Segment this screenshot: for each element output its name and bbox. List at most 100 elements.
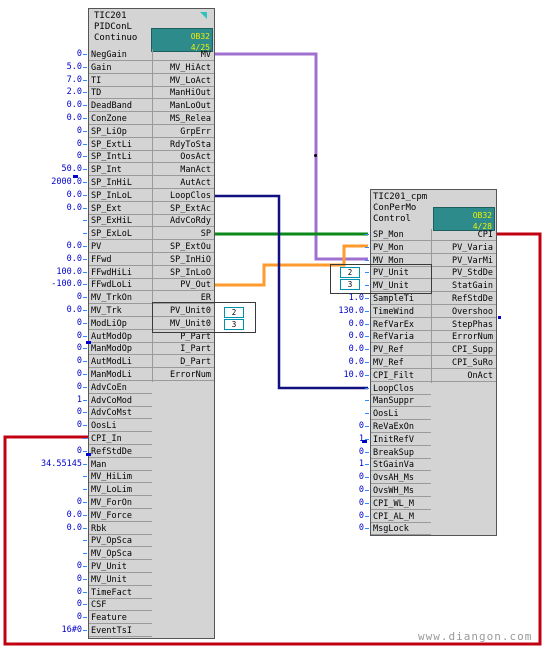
block2-input-value[interactable]: 0.0 [300, 318, 364, 330]
block1-input-value[interactable]: 0 [0, 342, 82, 354]
block2-input-value[interactable]: 0 [300, 522, 364, 534]
block1-output-sp-inhio[interactable]: SP_InHiO [152, 253, 214, 266]
block1-input-value[interactable]: 0 [0, 368, 82, 380]
block1-input-oosli[interactable]: OosLi [89, 420, 152, 433]
block1-input-man[interactable]: Man [89, 459, 152, 471]
block2-input-breaksup[interactable]: BreakSup [371, 447, 431, 459]
block1-input-value[interactable]: 0 [0, 445, 82, 457]
block1-input-value[interactable]: 0.0 [0, 189, 82, 201]
block1-input-advcomst[interactable]: AdvCoMst [89, 407, 152, 420]
block2-input-value[interactable]: 1.0 [300, 292, 364, 304]
block2-input-sp-mon[interactable]: SP_Mon [371, 229, 431, 241]
block1-input-autmodop[interactable]: AutModOp [89, 331, 152, 343]
block2-output-pv-varmi[interactable]: PV_VarMi [431, 254, 496, 267]
block1-input-autmodli[interactable]: AutModLi [89, 356, 152, 369]
block1-input-sp-exhil[interactable]: SP_ExHiL [89, 215, 152, 228]
block1-output-autact[interactable]: AutAct [152, 177, 214, 189]
block1-input-mv-opsca[interactable]: MV_OpSca [89, 548, 152, 561]
block1-input-mv-force[interactable]: MV_Force [89, 510, 152, 522]
block1-input-sp-ext[interactable]: SP_Ext [89, 203, 152, 215]
block1-input-value[interactable]: 0 [0, 317, 82, 329]
block1-input-mv-lolim[interactable]: MV_LoLim [89, 484, 152, 497]
block1-output-d-part[interactable]: D_Part [152, 356, 214, 369]
block1-input-sp-extli[interactable]: SP_ExtLi [89, 139, 152, 151]
block1-output-grperr[interactable]: GrpErr [152, 125, 214, 138]
block1-input-pv-unit[interactable]: PV_Unit [89, 561, 152, 573]
block1-output-pv-out[interactable]: PV_Out [152, 279, 214, 292]
block2-output-onact[interactable]: OnAct [431, 369, 496, 382]
block1-input-mv-hilim[interactable]: MV_HiLim [89, 471, 152, 484]
block2-output-refstdde[interactable]: RefStdDe [431, 293, 496, 305]
block1-input-sp-inlol[interactable]: SP_InLoL [89, 190, 152, 202]
block1-output-sp-extou[interactable]: SP_ExtOu [152, 241, 214, 253]
pv-unit-input-chip[interactable]: 2 [340, 267, 360, 278]
block2-input-value[interactable]: 1 [300, 458, 364, 470]
block1-output-mv-loact[interactable]: MV_LoAct [152, 74, 214, 87]
pv-unit-connector-chip[interactable]: 2 [224, 307, 244, 318]
block2-input-mansuppr[interactable]: ManSuppr [371, 395, 431, 408]
block1-input-pv[interactable]: PV [89, 241, 152, 253]
block1-input-manmodli[interactable]: ManModLi [89, 369, 152, 381]
block2-output-cpi[interactable]: CPI [431, 229, 496, 241]
block2-input-value[interactable]: 0 [300, 446, 364, 458]
block1-input-csf[interactable]: CSF [89, 599, 152, 612]
block2-input-loopclos[interactable]: LoopClos [371, 383, 431, 395]
block1-input-value[interactable]: 0.0 [0, 509, 82, 521]
block1-input-value[interactable]: 5.0 [0, 61, 82, 73]
block2-input-msglock[interactable]: MsgLock [371, 523, 431, 536]
block1-input-value[interactable]: 0 [0, 381, 82, 393]
block1-input-value[interactable]: 7.0 [0, 74, 82, 86]
block1-input-value[interactable]: 1 [0, 394, 82, 406]
block1-input-ti[interactable]: TI [89, 75, 152, 87]
block1-output-manhiout[interactable]: ManHiOut [152, 87, 214, 100]
block2-input-value[interactable]: 1 [300, 433, 364, 445]
block1-input-mv-foron[interactable]: MV_ForOn [89, 497, 152, 509]
block2-input-stgainva[interactable]: StGainVa [371, 459, 431, 472]
block2-input-revaexon[interactable]: ReVaExOn [371, 421, 431, 433]
block2-input-pv-mon[interactable]: PV_Mon [371, 242, 431, 254]
block1-input-rbk[interactable]: Rbk [89, 523, 152, 535]
mv-unit-connector-chip[interactable]: 3 [224, 319, 244, 330]
block1-input-value[interactable]: 0 [0, 496, 82, 508]
block1-input-value[interactable]: 100.0 [0, 266, 82, 278]
block2-output-cpi-suro[interactable]: CPI_SuRo [431, 357, 496, 369]
block1-output-manact[interactable]: ManAct [152, 164, 214, 177]
block1-output-ms-relea[interactable]: MS_Relea [152, 113, 214, 125]
block1-input-sp-exlol[interactable]: SP_ExLoL [89, 228, 152, 241]
block1-output-loopclos[interactable]: LoopClos [152, 189, 214, 202]
block1-input-sp-intli[interactable]: SP_IntLi [89, 151, 152, 164]
block2-output-stepphas[interactable]: StepPhas [431, 318, 496, 331]
block2-input-mv-ref[interactable]: MV_Ref [371, 357, 431, 369]
block1-input-sp-inhil[interactable]: SP_InHiL [89, 177, 152, 189]
block2-input-ovsah-ms[interactable]: OvsAH_Ms [371, 472, 431, 485]
block2-input-initrefv[interactable]: InitRefV [371, 434, 431, 446]
block1-input-feature[interactable]: Feature [89, 612, 152, 625]
performance-monitor-block[interactable]: TIC201_cpm ConPerMo Control OB32 4/28 SP… [370, 189, 497, 536]
block2-output-pv-varia[interactable]: PV_Varia [431, 241, 496, 254]
block2-input-oosli[interactable]: OosLi [371, 408, 431, 421]
block1-input-value[interactable]: 0 [0, 406, 82, 418]
block1-output-i-part[interactable]: I_Part [152, 343, 214, 356]
block1-input-advcoen[interactable]: AdvCoEn [89, 382, 152, 394]
block1-input-value[interactable]: 0.0 [0, 240, 82, 252]
block1-input-value[interactable]: 0 [0, 48, 82, 60]
block2-output-errornum[interactable]: ErrorNum [431, 331, 496, 344]
block1-input-value[interactable]: 50.0 [0, 163, 82, 175]
block1-input-timefact[interactable]: TimeFact [89, 587, 152, 599]
block1-input-refstdde[interactable]: RefStdDe [89, 446, 152, 458]
block1-input-neggain[interactable]: NegGain [89, 49, 152, 61]
block2-output-cpi-supp[interactable]: CPI_Supp [431, 344, 496, 357]
block1-output-sp-extac[interactable]: SP_ExtAc [152, 202, 214, 215]
block1-input-value[interactable]: 0 [0, 598, 82, 610]
block1-input-ffwdloli[interactable]: FFwdLoLi [89, 279, 152, 292]
block1-input-conzone[interactable]: ConZone [89, 113, 152, 125]
block1-output-sp[interactable]: SP [152, 228, 214, 241]
block2-input-ovswh-ms[interactable]: OvsWH_Ms [371, 485, 431, 497]
block1-input-value[interactable]: 0 [0, 291, 82, 303]
block1-input-gain[interactable]: Gain [89, 62, 152, 74]
block2-input-value[interactable]: 10.0 [300, 369, 364, 381]
block2-input-cpi-al-m[interactable]: CPI_AL_M [371, 511, 431, 523]
block2-input-value[interactable]: 0 [300, 497, 364, 509]
mv-unit-input-chip[interactable]: 3 [340, 279, 360, 290]
block2-output-pv-stdde[interactable]: PV_StdDe [431, 267, 496, 280]
